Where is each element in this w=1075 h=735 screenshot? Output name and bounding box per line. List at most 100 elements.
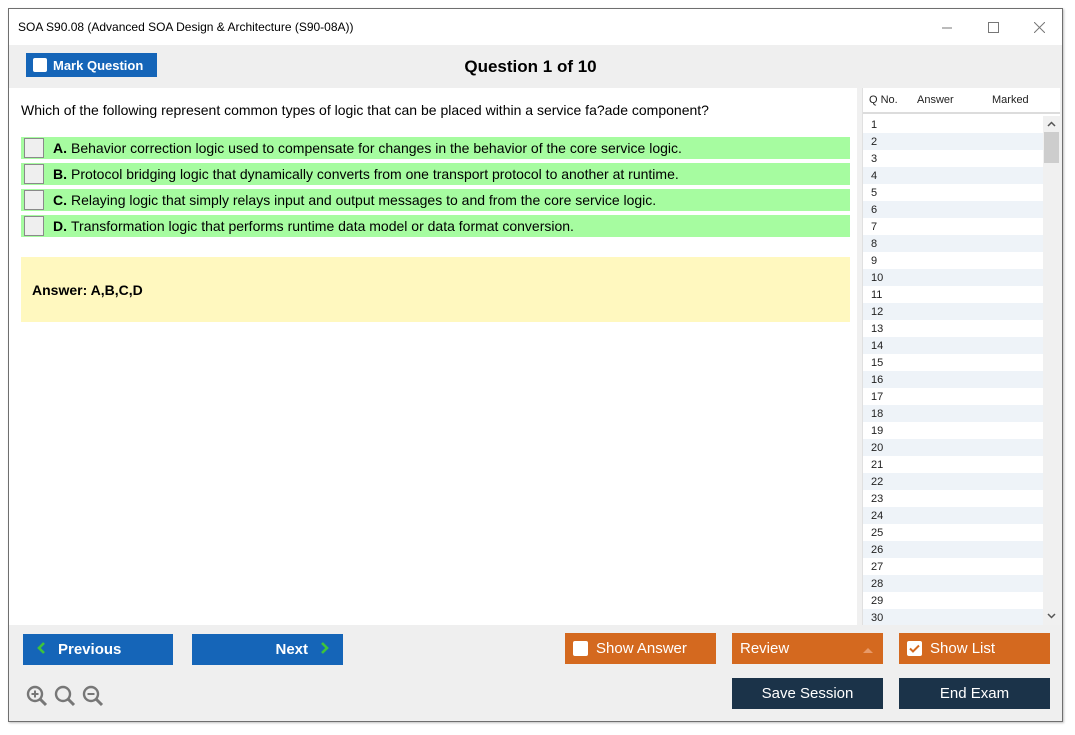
previous-button[interactable]: Previous: [23, 634, 173, 665]
zoom-out-icon[interactable]: [82, 685, 104, 707]
previous-label: Previous: [58, 641, 122, 658]
show-answer-label: Show Answer: [596, 640, 687, 657]
option-b[interactable]: B. Protocol bridging logic that dynamica…: [21, 163, 850, 185]
question-list-row[interactable]: 18: [863, 405, 1044, 422]
question-number: 4: [871, 169, 878, 182]
question-list-row[interactable]: 29: [863, 592, 1044, 609]
option-letter: A.: [53, 140, 67, 156]
maximize-button[interactable]: [970, 9, 1016, 45]
question-list-row[interactable]: 20: [863, 439, 1044, 456]
question-number: 24: [871, 509, 884, 522]
question-number: 23: [871, 492, 884, 505]
chevron-left-icon: [37, 640, 46, 660]
question-list-row[interactable]: 28: [863, 575, 1044, 592]
review-dropdown[interactable]: Review: [732, 633, 883, 664]
question-number: 14: [871, 339, 884, 352]
question-number: 3: [871, 152, 878, 165]
review-label: Review: [740, 640, 790, 657]
question-list-row[interactable]: 21: [863, 456, 1044, 473]
exam-header: Mark Question Question 1 of 10: [9, 45, 1062, 88]
question-number: 9: [871, 254, 878, 267]
question-list-row[interactable]: 15: [863, 354, 1044, 371]
option-letter: D.: [53, 218, 67, 234]
answer-box: Answer: A,B,C,D: [21, 257, 850, 322]
question-list-row[interactable]: 30: [863, 609, 1044, 625]
checkmark-icon: [909, 640, 920, 657]
question-number: 19: [871, 424, 884, 437]
question-number: 22: [871, 475, 884, 488]
question-list-row[interactable]: 23: [863, 490, 1044, 507]
zoom-in-icon[interactable]: [26, 685, 48, 707]
question-list-row[interactable]: 27: [863, 558, 1044, 575]
question-number: 13: [871, 322, 884, 335]
option-checkbox[interactable]: [24, 216, 44, 236]
column-q-no[interactable]: Q No.: [863, 94, 917, 106]
question-list-row[interactable]: 11: [863, 286, 1044, 303]
question-list-row[interactable]: 2: [863, 133, 1044, 150]
question-list-row[interactable]: 8: [863, 235, 1044, 252]
end-exam-button[interactable]: End Exam: [899, 678, 1050, 709]
list-scrollbar[interactable]: [1043, 116, 1060, 625]
question-list-row[interactable]: 14: [863, 337, 1044, 354]
question-number: 12: [871, 305, 884, 318]
show-list-checkbox[interactable]: [907, 641, 922, 656]
app-window: SOA S90.08 (Advanced SOA Design & Archit…: [8, 8, 1063, 722]
option-text: Relaying logic that simply relays input …: [71, 192, 657, 208]
minimize-icon: [941, 22, 953, 33]
option-checkbox[interactable]: [24, 164, 44, 184]
question-list-row[interactable]: 26: [863, 541, 1044, 558]
option-checkbox[interactable]: [24, 138, 44, 158]
question-number: 2: [871, 135, 878, 148]
chevron-up-icon: [1047, 119, 1056, 130]
option-d[interactable]: D. Transformation logic that performs ru…: [21, 215, 850, 237]
show-answer-checkbox[interactable]: [573, 641, 588, 656]
question-list: 1 2 3 4 5 6 7 8 9 10 11 12 13 14 15 16 17 18 19 20 21 22 23 24 2…: [863, 116, 1044, 625]
question-list-row[interactable]: 16: [863, 371, 1044, 388]
chevron-right-icon: [320, 640, 329, 660]
question-list-row[interactable]: 9: [863, 252, 1044, 269]
save-session-button[interactable]: Save Session: [732, 678, 883, 709]
option-letter: C.: [53, 192, 67, 208]
footer-toolbar: Previous Next Show Answer Review Show Li…: [9, 625, 1062, 721]
minimize-button[interactable]: [924, 9, 970, 45]
question-number: 25: [871, 526, 884, 539]
question-list-row[interactable]: 17: [863, 388, 1044, 405]
scroll-up-button[interactable]: [1043, 116, 1060, 133]
option-text: Protocol bridging logic that dynamically…: [71, 166, 679, 182]
question-list-row[interactable]: 24: [863, 507, 1044, 524]
option-a[interactable]: A. Behavior correction logic used to com…: [21, 137, 850, 159]
show-answer-button[interactable]: Show Answer: [565, 633, 716, 664]
next-button[interactable]: Next: [192, 634, 343, 665]
question-list-row[interactable]: 1: [863, 116, 1044, 133]
question-panel: Which of the following represent common …: [9, 88, 857, 625]
question-counter: Question 1 of 10: [464, 57, 597, 76]
option-c[interactable]: C. Relaying logic that simply relays inp…: [21, 189, 850, 211]
column-marked[interactable]: Marked: [992, 94, 1042, 106]
question-number: 7: [871, 220, 878, 233]
scroll-thumb[interactable]: [1044, 132, 1059, 163]
zoom-reset-icon[interactable]: [54, 685, 76, 707]
scroll-down-button[interactable]: [1043, 608, 1060, 625]
column-answer[interactable]: Answer: [917, 94, 992, 106]
show-list-button[interactable]: Show List: [899, 633, 1050, 664]
question-number: 27: [871, 560, 884, 573]
question-number: 28: [871, 577, 884, 590]
question-list-row[interactable]: 10: [863, 269, 1044, 286]
option-checkbox[interactable]: [24, 190, 44, 210]
question-number: 1: [871, 118, 878, 131]
question-list-row[interactable]: 4: [863, 167, 1044, 184]
close-button[interactable]: [1016, 9, 1062, 45]
question-number: 11: [871, 288, 883, 301]
question-list-row[interactable]: 7: [863, 218, 1044, 235]
window-title: SOA S90.08 (Advanced SOA Design & Archit…: [18, 20, 354, 34]
question-list-row[interactable]: 25: [863, 524, 1044, 541]
question-list-row[interactable]: 13: [863, 320, 1044, 337]
question-list-row[interactable]: 6: [863, 201, 1044, 218]
question-list-row[interactable]: 19: [863, 422, 1044, 439]
question-list-row[interactable]: 5: [863, 184, 1044, 201]
question-number: 30: [871, 611, 884, 624]
question-list-row[interactable]: 22: [863, 473, 1044, 490]
question-list-row[interactable]: 12: [863, 303, 1044, 320]
next-label: Next: [275, 641, 308, 658]
question-list-row[interactable]: 3: [863, 150, 1044, 167]
